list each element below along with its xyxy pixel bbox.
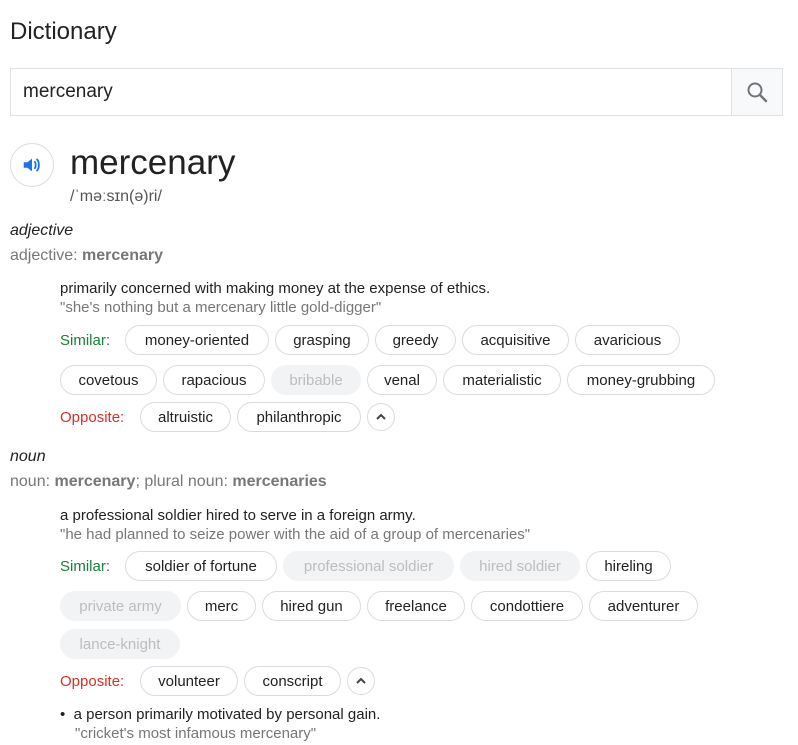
example: "he had planned to seize power with the … xyxy=(60,526,531,543)
chip-conscript[interactable]: conscript xyxy=(244,666,341,696)
definition: a professional soldier hired to serve in… xyxy=(60,507,416,524)
collapse-button[interactable] xyxy=(347,667,375,695)
chip-acquisitive[interactable]: acquisitive xyxy=(462,325,569,355)
chip-philanthropic[interactable]: philanthropic xyxy=(237,402,361,432)
bullet-icon: • xyxy=(60,706,66,723)
example: "she's nothing but a mercenary little go… xyxy=(60,299,382,316)
pos-detail-noun: noun: mercenary; plural noun: mercenarie… xyxy=(10,473,327,490)
page-title: Dictionary xyxy=(10,18,117,45)
chip-professional-soldier[interactable]: professional soldier xyxy=(283,551,454,581)
chip-adventurer[interactable]: adventurer xyxy=(589,591,698,621)
phonetic: /ˈməːsɪn(ə)ri/ xyxy=(70,188,162,205)
pos-detail-adjective: adjective: mercenary xyxy=(10,247,163,264)
definition: primarily concerned with making money at… xyxy=(60,280,491,297)
pronounce-button[interactable] xyxy=(10,143,54,187)
chip-rapacious[interactable]: rapacious xyxy=(163,365,265,395)
similar-label: Similar: xyxy=(60,332,111,349)
opposite-label: Opposite: xyxy=(60,673,125,690)
chip-bribable[interactable]: bribable xyxy=(271,365,361,395)
similar-label: Similar: xyxy=(60,558,111,575)
chip-volunteer[interactable]: volunteer xyxy=(140,666,238,696)
chip-avaricious[interactable]: avaricious xyxy=(575,325,680,355)
chip-lance-knight[interactable]: lance-knight xyxy=(60,629,180,659)
opposite-label: Opposite: xyxy=(60,409,125,426)
chip-hired-gun[interactable]: hired gun xyxy=(262,591,361,621)
pos-adjective: adjective xyxy=(10,222,74,239)
search-input[interactable] xyxy=(11,69,731,115)
chip-hired-soldier[interactable]: hired soldier xyxy=(460,551,580,581)
search-bar xyxy=(10,68,783,116)
chip-hireling[interactable]: hireling xyxy=(586,551,671,581)
collapse-button[interactable] xyxy=(367,403,395,431)
chevron-up-icon xyxy=(376,413,386,420)
definition-2: • a person primarily motivated by person… xyxy=(60,706,381,723)
example-2: "cricket's most infamous mercenary" xyxy=(75,725,317,742)
headword: mercenary xyxy=(70,143,236,182)
search-icon xyxy=(747,82,768,103)
chip-money-grubbing[interactable]: money-grubbing xyxy=(567,365,715,395)
chip-private-army[interactable]: private army xyxy=(60,591,181,621)
chip-condottiere[interactable]: condottiere xyxy=(471,591,583,621)
speaker-icon xyxy=(23,158,40,172)
chip-covetous[interactable]: covetous xyxy=(60,365,157,395)
search-button[interactable] xyxy=(731,69,782,115)
chip-venal[interactable]: venal xyxy=(367,365,437,395)
chip-materialistic[interactable]: materialistic xyxy=(443,365,561,395)
chip-grasping[interactable]: grasping xyxy=(275,325,369,355)
chevron-up-icon xyxy=(356,677,366,684)
chip-altruistic[interactable]: altruistic xyxy=(140,402,231,432)
chip-freelance[interactable]: freelance xyxy=(367,591,465,621)
chip-soldier-of-fortune[interactable]: soldier of fortune xyxy=(125,551,277,581)
pos-noun: noun xyxy=(10,448,46,465)
chip-greedy[interactable]: greedy xyxy=(375,325,456,355)
chip-money-oriented[interactable]: money-oriented xyxy=(125,325,269,355)
chip-merc[interactable]: merc xyxy=(187,591,256,621)
